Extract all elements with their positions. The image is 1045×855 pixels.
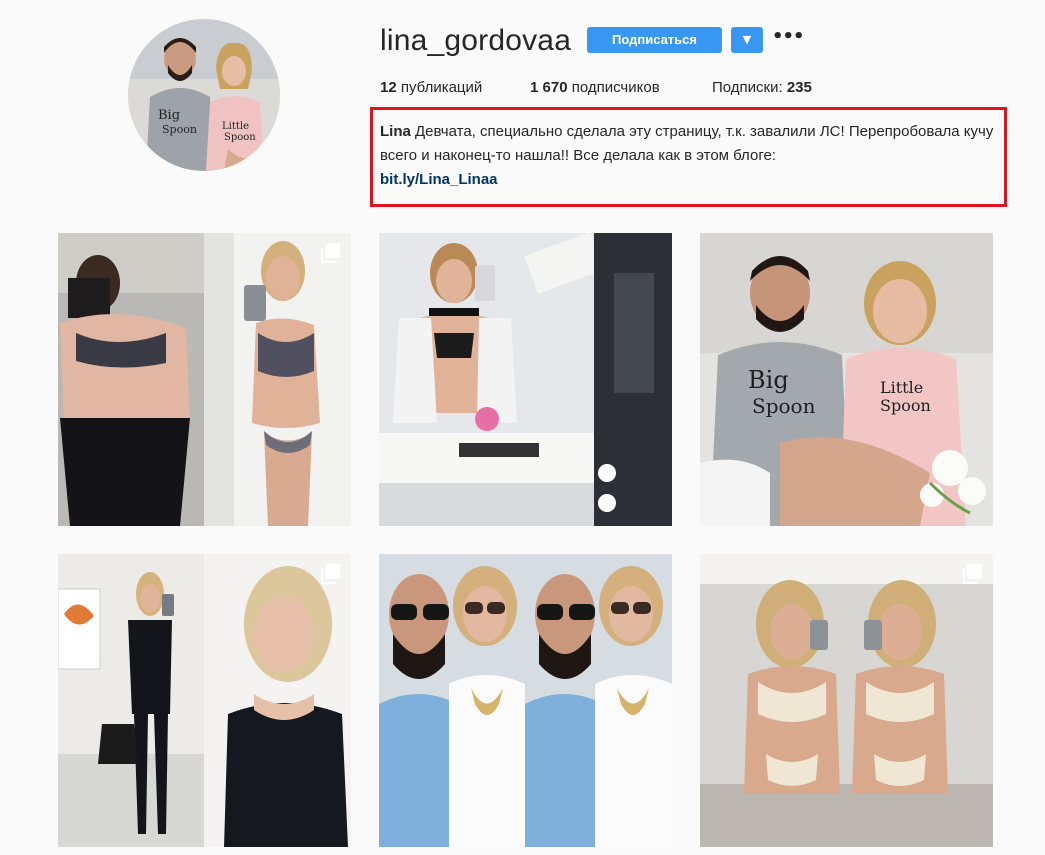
followers-count-value: 1 670 xyxy=(530,79,568,96)
caret-down-icon: ▼ xyxy=(742,33,752,46)
svg-text:Little: Little xyxy=(222,121,249,132)
followers-count[interactable]: 1 670 подписчиков xyxy=(530,79,660,97)
post-image: Big Spoon Little Spoon xyxy=(700,233,993,526)
post-image xyxy=(700,554,993,847)
post-thumbnail[interactable] xyxy=(58,233,351,526)
svg-text:Big: Big xyxy=(158,108,180,123)
post-thumbnail[interactable]: Big Spoon Little Spoon xyxy=(700,233,993,526)
following-count-label: Подписки: xyxy=(712,79,787,96)
post-image xyxy=(379,554,672,847)
profile-username: lina_gordovaa xyxy=(380,24,572,57)
multiple-photos-icon xyxy=(320,563,342,585)
post-thumbnail[interactable] xyxy=(700,554,993,847)
bio-link[interactable]: bit.ly/Lina_Linaa xyxy=(380,168,1000,192)
post-thumbnail[interactable] xyxy=(379,554,672,847)
svg-text:Spoon: Spoon xyxy=(880,396,931,415)
bio-text: Девчата, специально сделала эту страницу… xyxy=(380,123,994,164)
posts-count-label: публикаций xyxy=(396,79,483,96)
profile-bio: Lina Девчата, специально сделала эту стр… xyxy=(380,120,1000,192)
following-count[interactable]: Подписки: 235 xyxy=(712,79,812,97)
svg-text:Spoon: Spoon xyxy=(162,123,197,136)
post-image xyxy=(58,233,351,526)
bio-name: Lina xyxy=(380,123,411,140)
follow-dropdown-button[interactable]: ▼ xyxy=(731,27,763,53)
multiple-photos-icon xyxy=(320,242,342,264)
profile-avatar[interactable]: Big Spoon Little Spoon xyxy=(128,19,280,171)
more-options-icon[interactable]: ••• xyxy=(772,26,805,52)
svg-text:Spoon: Spoon xyxy=(752,394,816,418)
post-thumbnail[interactable] xyxy=(58,554,351,847)
svg-text:Big: Big xyxy=(748,366,789,394)
post-image xyxy=(58,554,351,847)
following-count-value: 235 xyxy=(786,79,812,96)
posts-count: 12 публикаций xyxy=(380,79,482,97)
followers-count-label: подписчиков xyxy=(567,79,660,96)
follow-button[interactable]: Подписаться xyxy=(587,27,722,53)
svg-text:Spoon: Spoon xyxy=(224,132,256,143)
post-image xyxy=(379,233,672,526)
multiple-photos-icon xyxy=(962,563,984,585)
post-thumbnail[interactable] xyxy=(379,233,672,526)
posts-count-value: 12 xyxy=(380,79,397,96)
svg-text:Little: Little xyxy=(880,378,923,397)
